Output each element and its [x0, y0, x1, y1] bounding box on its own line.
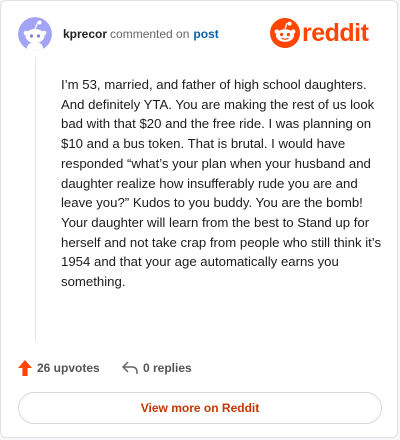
reply-arrow-icon [122, 361, 138, 374]
username-link[interactable]: kprecor [63, 27, 107, 41]
reddit-logo[interactable]: reddit [270, 16, 382, 52]
upvote-arrow-icon [18, 360, 32, 376]
thread-line [35, 57, 36, 341]
snoo-avatar-icon[interactable] [18, 17, 52, 51]
comment-header: kprecor commented on post reddit [18, 15, 382, 53]
view-more-on-reddit-button[interactable]: View more on Reddit [18, 392, 382, 424]
comment-embed-card: kprecor commented on post reddit I’m 53, m… [0, 0, 398, 438]
view-more-label: View more on Reddit [140, 401, 260, 415]
comment-meta: kprecor commented on post [63, 27, 219, 41]
comment-body: I’m 53, married, and father of high scho… [61, 77, 382, 290]
reddit-snoo-icon [270, 18, 300, 48]
reddit-wordmark: reddit [302, 19, 369, 47]
upvote-button[interactable]: 26 upvotes [18, 358, 100, 378]
upvote-count: 26 upvotes [37, 361, 100, 375]
commented-on-text: commented on [110, 27, 190, 41]
reply-button[interactable]: 0 replies [122, 358, 192, 378]
reply-count: 0 replies [143, 361, 192, 375]
post-link[interactable]: post [193, 27, 218, 41]
